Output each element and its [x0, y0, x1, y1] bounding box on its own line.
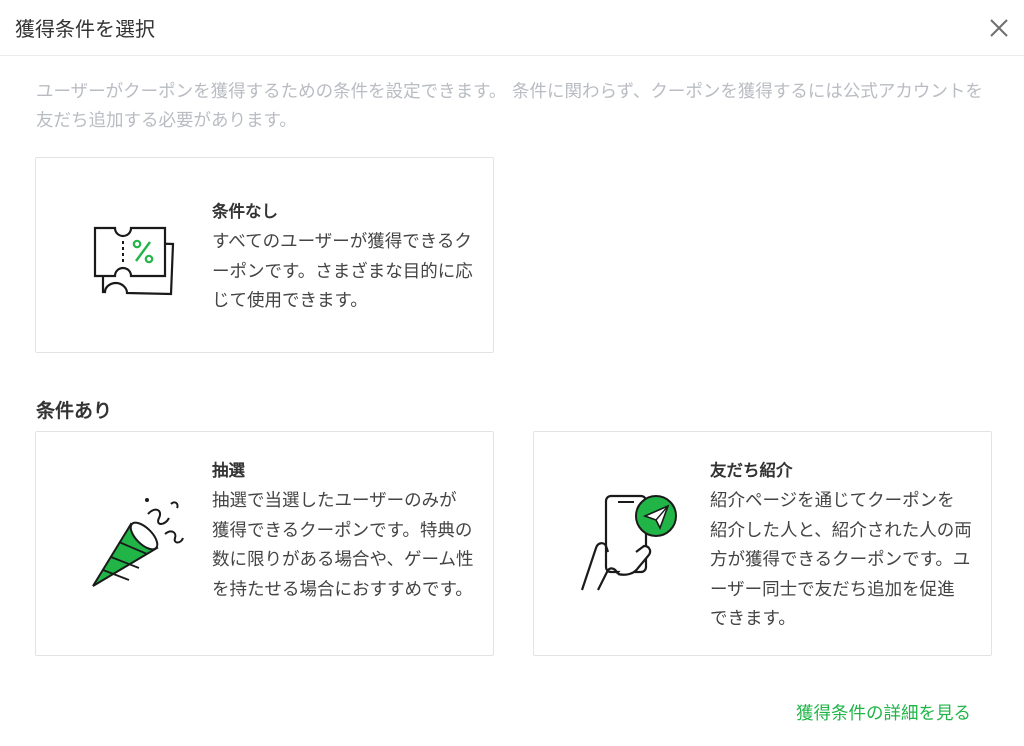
dialog-header: 獲得条件を選択 [0, 0, 1024, 56]
option-card-no-condition[interactable]: 条件なし すべてのユーザーが獲得できるクーポンです。さまざまな目的に応じて使用で… [35, 157, 494, 353]
option-description: 抽選で当選したユーザーのみが獲得できるクーポンです。特典の数に限りがある場合や、… [212, 491, 474, 600]
option-card-referral[interactable]: 友だち紹介 紹介ページを通じてクーポンを紹介した人と、紹介された人の両方が獲得で… [533, 431, 992, 656]
coupon-ticket-icon [91, 226, 175, 300]
option-card-lottery[interactable]: 抽選 抽選で当選したユーザーのみが獲得できるクーポンです。特典の数に限りがある場… [35, 431, 494, 656]
option-title: 抽選 [212, 461, 245, 480]
close-icon[interactable] [987, 16, 1011, 40]
option-title: 条件なし [212, 202, 278, 221]
dialog-description: ユーザーがクーポンを獲得するための条件を設定できます。 条件に関わらず、クーポン… [36, 82, 983, 131]
party-popper-icon [91, 494, 186, 598]
option-description: 紹介ページを通じてクーポンを紹介した人と、紹介された人の両方が獲得できるクーポン… [710, 491, 972, 629]
option-description: すべてのユーザーが獲得できるクーポンです。さまざまな目的に応じて使用できます。 [212, 232, 473, 311]
dialog-title: 獲得条件を選択 [15, 17, 155, 41]
phone-send-icon [580, 490, 685, 599]
details-link[interactable]: 獲得条件の詳細を見る [796, 700, 971, 725]
option-title: 友だち紹介 [710, 461, 793, 480]
section-title-with-condition: 条件あり [36, 400, 113, 422]
